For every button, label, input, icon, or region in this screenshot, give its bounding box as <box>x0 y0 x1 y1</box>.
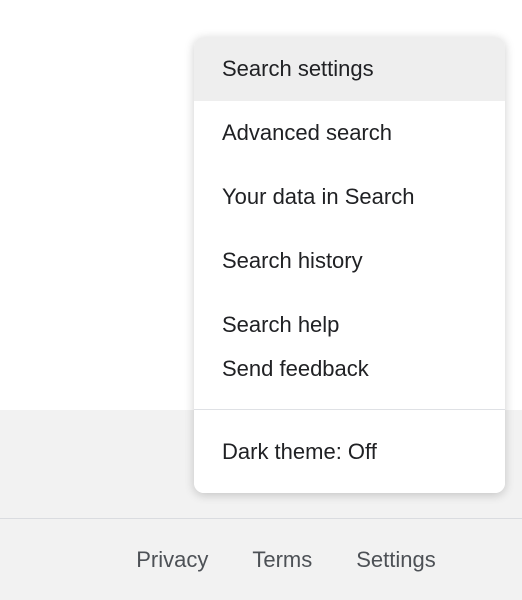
menu-item-your-data[interactable]: Your data in Search <box>194 165 505 229</box>
menu-separator <box>194 409 505 410</box>
menu-item-send-feedback[interactable]: Send feedback <box>194 347 505 401</box>
menu-item-search-history[interactable]: Search history <box>194 229 505 293</box>
settings-menu: Search settings Advanced search Your dat… <box>194 37 505 493</box>
menu-item-search-help[interactable]: Search help <box>194 293 505 347</box>
menu-item-advanced-search[interactable]: Advanced search <box>194 101 505 165</box>
footer-link-privacy[interactable]: Privacy <box>136 547 208 573</box>
menu-item-search-settings[interactable]: Search settings <box>194 37 505 101</box>
footer-link-terms[interactable]: Terms <box>252 547 312 573</box>
menu-item-dark-theme[interactable]: Dark theme: Off <box>194 420 505 493</box>
footer-links: Privacy Terms Settings <box>0 519 522 600</box>
footer-link-settings[interactable]: Settings <box>356 547 436 573</box>
